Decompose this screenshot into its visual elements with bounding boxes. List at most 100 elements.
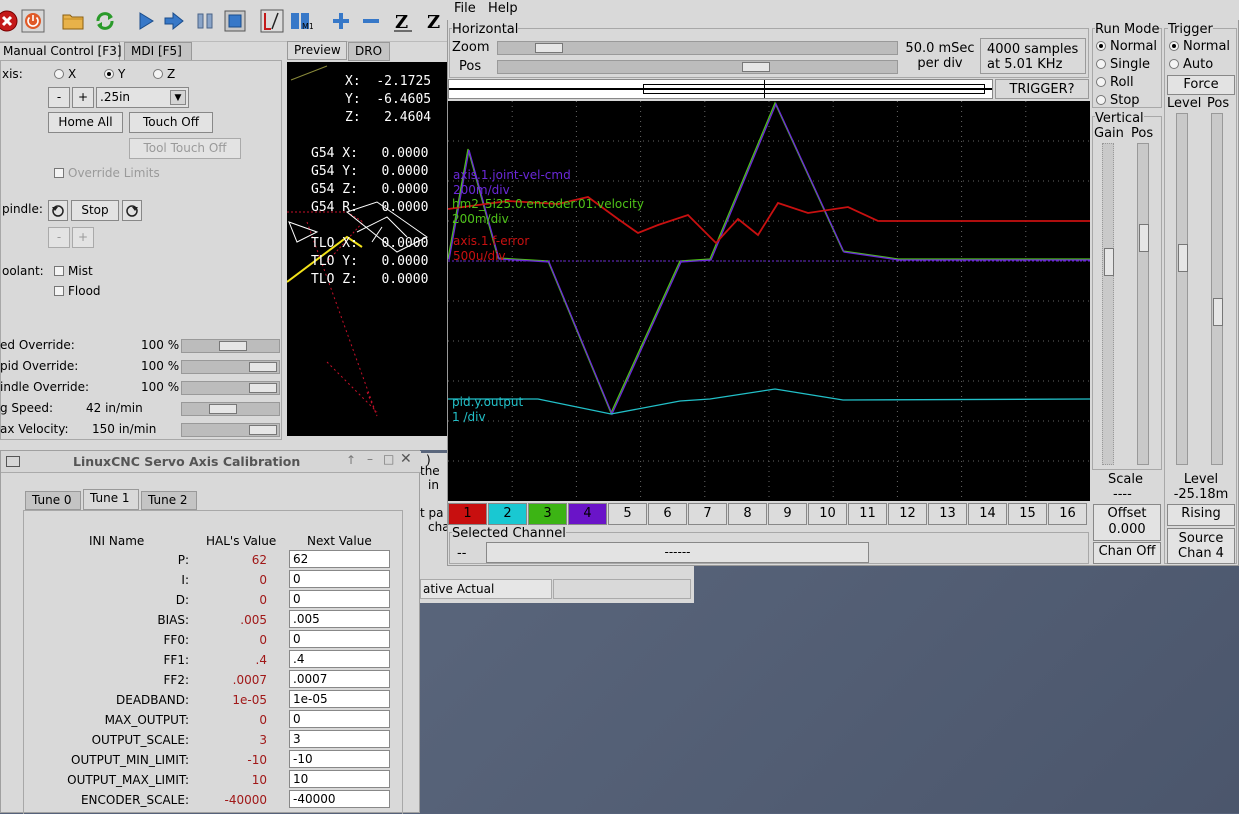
vertical-gain-slider[interactable] [1102, 143, 1114, 465]
channel-button[interactable]: 15 [1008, 503, 1047, 525]
tool-touch-off-button[interactable]: Tool Touch Off [129, 138, 241, 159]
record-position-bar[interactable] [448, 79, 993, 99]
touch-off-button[interactable]: Touch Off [129, 112, 213, 133]
channel-button[interactable]: 1 [448, 503, 487, 525]
spindle-decrease-button[interactable]: - [48, 227, 70, 248]
spindle-override-slider[interactable] [181, 381, 280, 395]
axis-radio-z[interactable]: Z [153, 67, 175, 81]
pause-icon[interactable] [192, 8, 218, 34]
trigger-normal[interactable]: Normal [1169, 39, 1230, 54]
power-icon[interactable] [20, 8, 46, 34]
channel-button[interactable]: 4 [568, 503, 607, 525]
menu-file[interactable]: File [454, 1, 476, 16]
block-delete-icon[interactable] [259, 8, 285, 34]
tab-dro[interactable]: DRO [348, 42, 390, 61]
next-value-input[interactable]: 0 [289, 590, 390, 608]
jog-speed-slider[interactable] [181, 402, 280, 416]
menu-help[interactable]: Help [488, 1, 518, 16]
trigger-level-slider[interactable] [1176, 113, 1188, 465]
channel-button[interactable]: 16 [1048, 503, 1087, 525]
window-menu-icon[interactable] [6, 456, 20, 467]
slider-thumb[interactable] [1104, 248, 1114, 276]
toolpath-preview[interactable]: X: -2.1725 Y: -6.4605 Z: 2.4604 G54 X: 0… [287, 62, 448, 436]
vertical-pos-slider[interactable] [1137, 143, 1149, 465]
channel-button[interactable]: 8 [728, 503, 767, 525]
slider-thumb[interactable] [1139, 224, 1149, 252]
reload-icon[interactable] [92, 8, 118, 34]
axis-radio-y[interactable]: Y [104, 67, 125, 81]
zoom-slider[interactable] [497, 41, 898, 55]
next-value-input[interactable]: 1e-05 [289, 690, 390, 708]
jog-minus-button[interactable]: - [48, 87, 70, 108]
next-value-input[interactable]: -40000 [289, 790, 390, 808]
offset-button[interactable]: Offset 0.000 [1093, 504, 1161, 541]
tab-tune-2[interactable]: Tune 2 [141, 491, 197, 510]
mist-checkbox[interactable]: Mist [54, 264, 93, 278]
rising-button[interactable]: Rising [1167, 504, 1235, 526]
feed-override-slider[interactable] [181, 339, 280, 353]
tab-tune-1[interactable]: Tune 1 [83, 489, 139, 510]
next-value-input[interactable]: 0 [289, 710, 390, 728]
slider-thumb[interactable] [742, 62, 770, 72]
trigger-auto[interactable]: Auto [1169, 57, 1213, 72]
channel-button[interactable]: 2 [488, 503, 527, 525]
override-limits-checkbox[interactable]: Override Limits [54, 166, 160, 180]
channel-button[interactable]: 14 [968, 503, 1007, 525]
slider-thumb[interactable] [1213, 298, 1223, 326]
zoom-in-icon[interactable] [328, 8, 354, 34]
channel-button[interactable]: 9 [768, 503, 807, 525]
next-value-input[interactable]: .4 [289, 650, 390, 668]
next-value-input[interactable]: 3 [289, 730, 390, 748]
tab-mdi[interactable]: MDI [F5] [124, 42, 192, 61]
next-value-input[interactable]: .0007 [289, 670, 390, 688]
channel-button[interactable]: 3 [528, 503, 567, 525]
maximize-icon[interactable]: □ [383, 452, 394, 466]
view-z-icon[interactable]: Z [390, 8, 416, 34]
max-velocity-slider[interactable] [181, 423, 280, 437]
run-icon[interactable] [133, 8, 159, 34]
run-mode-stop[interactable]: Stop [1096, 93, 1140, 108]
channel-button[interactable]: 5 [608, 503, 647, 525]
spindle-increase-button[interactable]: + [72, 227, 94, 248]
jog-plus-button[interactable]: + [72, 87, 94, 108]
display-window-marker[interactable] [643, 84, 985, 94]
channel-button[interactable]: 6 [648, 503, 687, 525]
chevron-down-icon[interactable]: ▼ [170, 90, 186, 105]
tab-preview[interactable]: Preview [287, 41, 347, 60]
minimize-icon[interactable]: – [367, 452, 373, 466]
slider-thumb[interactable] [219, 341, 247, 351]
next-value-input[interactable]: 0 [289, 630, 390, 648]
next-value-input[interactable]: -10 [289, 750, 390, 768]
spindle-stop-button[interactable]: Stop [71, 200, 119, 221]
axis-radio-x[interactable]: X [54, 67, 76, 81]
spindle-forward-button[interactable] [122, 200, 142, 221]
channel-button[interactable]: 13 [928, 503, 967, 525]
run-mode-roll[interactable]: Roll [1096, 75, 1134, 90]
slider-thumb[interactable] [249, 362, 277, 372]
close-icon[interactable]: ✕ [400, 451, 412, 467]
next-value-input[interactable]: 0 [289, 570, 390, 588]
selected-channel-name[interactable]: ------ [486, 542, 869, 563]
flood-checkbox[interactable]: Flood [54, 284, 101, 298]
scope-display[interactable]: axis.1.joint-vel-cmd 200m/div hm2_5i25.0… [447, 101, 1091, 501]
trigger-source-button[interactable]: Source Chan 4 [1167, 528, 1235, 564]
run-mode-single[interactable]: Single [1096, 57, 1150, 72]
open-file-icon[interactable] [60, 8, 86, 34]
stop-icon[interactable] [222, 8, 248, 34]
spindle-reverse-button[interactable] [48, 200, 68, 221]
force-button[interactable]: Force [1167, 75, 1235, 95]
next-value-input[interactable]: 10 [289, 770, 390, 788]
estop-icon[interactable] [0, 8, 20, 34]
pos-slider[interactable] [497, 60, 898, 74]
channel-button[interactable]: 7 [688, 503, 727, 525]
run-mode-normal[interactable]: Normal [1096, 39, 1157, 54]
tab-tune-0[interactable]: Tune 0 [25, 491, 81, 510]
slider-thumb[interactable] [249, 425, 277, 435]
keep-above-icon[interactable]: ↑ [346, 453, 356, 467]
next-value-input[interactable]: 62 [289, 550, 390, 568]
slider-thumb[interactable] [249, 383, 277, 393]
optional-stop-icon[interactable]: M1 [288, 8, 314, 34]
step-icon[interactable] [161, 8, 187, 34]
slider-thumb[interactable] [535, 43, 563, 53]
chan-off-button[interactable]: Chan Off [1093, 542, 1161, 564]
